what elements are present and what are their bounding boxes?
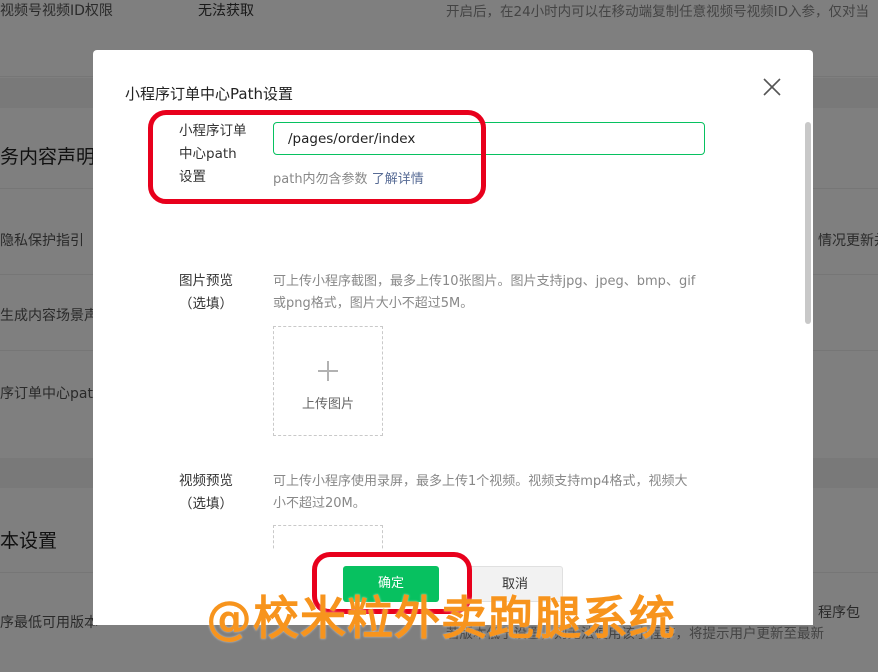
annotation-highlight-path	[148, 110, 486, 204]
image-preview-label: 图片预览 （选填）	[179, 270, 233, 316]
watermark-text: @校米粒外卖跑腿系统	[206, 591, 676, 645]
video-preview-label: 视频预览 （选填）	[179, 470, 233, 516]
close-icon	[763, 78, 781, 96]
image-upload-button[interactable]: 上传图片	[273, 326, 383, 436]
desc-line: 或png格式，图片大小不超过5M。	[273, 296, 474, 311]
desc-line: 小不超过20M。	[273, 496, 366, 511]
scrollbar-thumb[interactable]	[805, 122, 811, 324]
desc-line: 可上传小程序截图，最多上传10张图片。图片支持jpg、jpeg、bmp、gif	[273, 274, 696, 289]
dialog-title: 小程序订单中心Path设置	[125, 85, 293, 103]
close-button[interactable]	[760, 75, 784, 99]
upload-label: 上传图片	[301, 397, 354, 412]
label-line: 视频预览	[179, 473, 233, 489]
plus-icon	[318, 361, 338, 381]
label-line: 图片预览	[179, 273, 233, 289]
video-preview-desc: 可上传小程序使用录屏，最多上传1个视频。视频支持mp4格式，视频大 小不超过20…	[273, 471, 721, 515]
desc-line: 可上传小程序使用录屏，最多上传1个视频。视频支持mp4格式，视频大	[273, 474, 688, 489]
dialog-scrollbar[interactable]	[805, 120, 811, 590]
label-line: （选填）	[179, 296, 233, 312]
image-preview-desc: 可上传小程序截图，最多上传10张图片。图片支持jpg、jpeg、bmp、gif …	[273, 271, 721, 315]
label-line: （选填）	[179, 496, 233, 512]
